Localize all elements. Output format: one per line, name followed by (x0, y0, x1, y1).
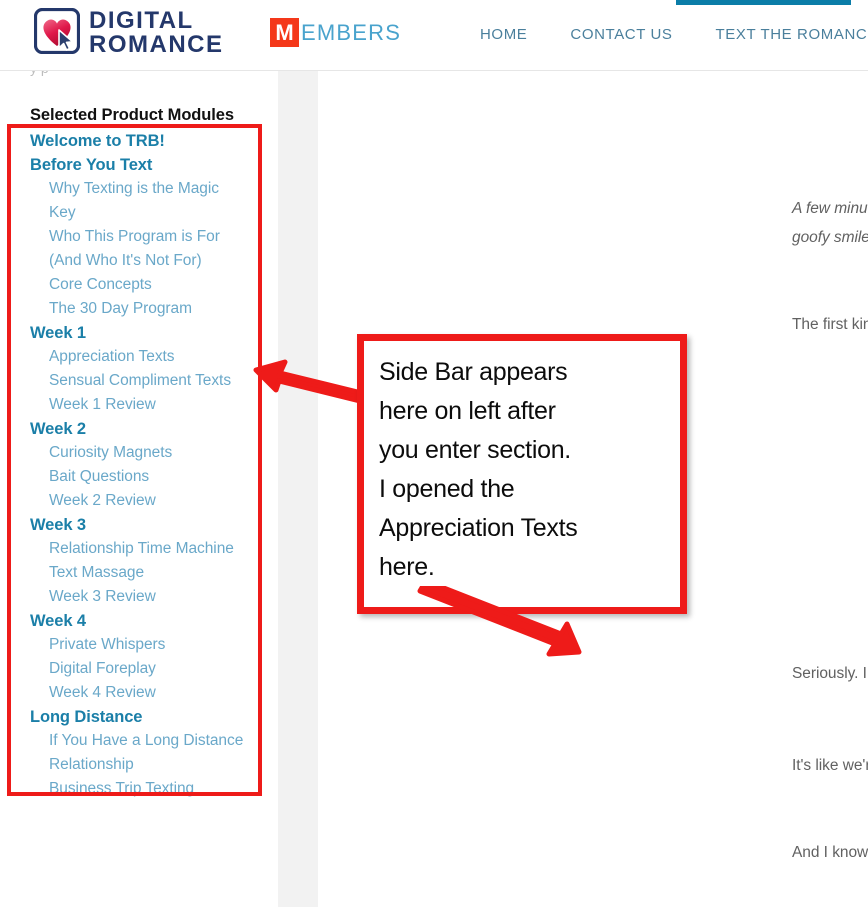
module-group-heading[interactable]: Week 1 (30, 321, 254, 345)
nav-item-home[interactable]: HOME (480, 26, 527, 43)
module-list-item[interactable]: Key (30, 201, 254, 225)
module-list-item[interactable]: Week 4 Review (30, 681, 254, 705)
article-paragraph: A few minutes later Sara heard the scree… (792, 200, 868, 217)
module-list-item[interactable]: The 30 Day Program (30, 297, 254, 321)
module-group-heading[interactable]: Welcome to TRB! (30, 129, 254, 153)
article-paragraph: Seriously. I don't know if it's just an … (792, 665, 868, 682)
site-header: DIGITAL ROMANCE M EMBERS HOME CONTACT US… (0, 0, 868, 71)
nav-item-label: TEXT THE ROMANCE BACK (715, 26, 868, 43)
module-list-item[interactable]: Bait Questions (30, 465, 254, 489)
product-modules-sidebar: y p Selected Product Modules Welcome to … (0, 60, 278, 907)
module-list-item[interactable]: Week 2 Review (30, 489, 254, 513)
article-paragraph: It's like we're all trying to be too coo… (792, 757, 868, 774)
module-list-item[interactable]: Why Texting is the Magic (30, 177, 254, 201)
module-list-item[interactable]: Who This Program is For (30, 225, 254, 249)
module-list-item[interactable]: If You Have a Long Distance (30, 729, 254, 753)
nav-item-contact-us[interactable]: CONTACT US (570, 26, 672, 43)
active-nav-indicator (676, 0, 851, 5)
annotation-callout-text: Side Bar appears here on left after you … (379, 358, 578, 581)
main-navigation: HOME CONTACT US TEXT THE ROMANCE BACK (480, 26, 868, 43)
article-paragraph: The first kind of text I want you to mas… (792, 316, 868, 333)
module-list-item[interactable]: Private Whispers (30, 633, 254, 657)
members-label: EMBERS (301, 19, 402, 45)
nav-item-text-the-romance-back[interactable]: TEXT THE ROMANCE BACK (716, 26, 868, 43)
module-list-item[interactable]: Digital Foreplay (30, 657, 254, 681)
annotation-callout-box: Side Bar appears here on left after you … (357, 334, 687, 614)
article-paragraph: goofy smile on his face. (792, 229, 868, 246)
sidebar-title: Selected Product Modules (30, 106, 234, 124)
members-badge: M EMBERS (270, 18, 401, 47)
module-list-item[interactable]: Core Concepts (30, 273, 254, 297)
module-group-heading[interactable]: Before You Text (30, 153, 254, 177)
site-logo[interactable]: DIGITAL ROMANCE (33, 7, 294, 58)
module-list-item[interactable]: Appreciation Texts (30, 345, 254, 369)
module-list-item[interactable]: Relationship Time Machine (30, 537, 254, 561)
logo-wordmark: DIGITAL ROMANCE (89, 7, 294, 58)
module-list-item[interactable]: Sensual Compliment Texts (30, 369, 254, 393)
page-body: y p Selected Product Modules Welcome to … (0, 60, 868, 907)
module-list-item[interactable]: Week 3 Review (30, 585, 254, 609)
module-list: Welcome to TRB! Before You Text Why Textin… (30, 129, 254, 801)
module-list-item[interactable]: Relationship (30, 753, 254, 777)
module-list-item[interactable]: Text Massage (30, 561, 254, 585)
module-list-item[interactable]: (And Who It's Not For) (30, 249, 254, 273)
heart-cursor-logo-icon (33, 7, 81, 55)
module-group-heading[interactable]: Week 3 (30, 513, 254, 537)
module-list-item[interactable]: Curiosity Magnets (30, 441, 254, 465)
module-group-heading[interactable]: Week 4 (30, 609, 254, 633)
article-paragraph: And I know from talking to my email list… (792, 844, 868, 861)
module-group-heading[interactable]: Week 2 (30, 417, 254, 441)
svg-text:DIGITAL: DIGITAL (89, 7, 194, 34)
members-initial: M (270, 18, 299, 47)
column-gutter (278, 71, 318, 907)
module-list-item[interactable]: Week 1 Review (30, 393, 254, 417)
svg-text:ROMANCE: ROMANCE (89, 31, 224, 55)
module-list-item[interactable]: Business Trip Texting (30, 777, 254, 801)
module-group-heading[interactable]: Long Distance (30, 705, 254, 729)
